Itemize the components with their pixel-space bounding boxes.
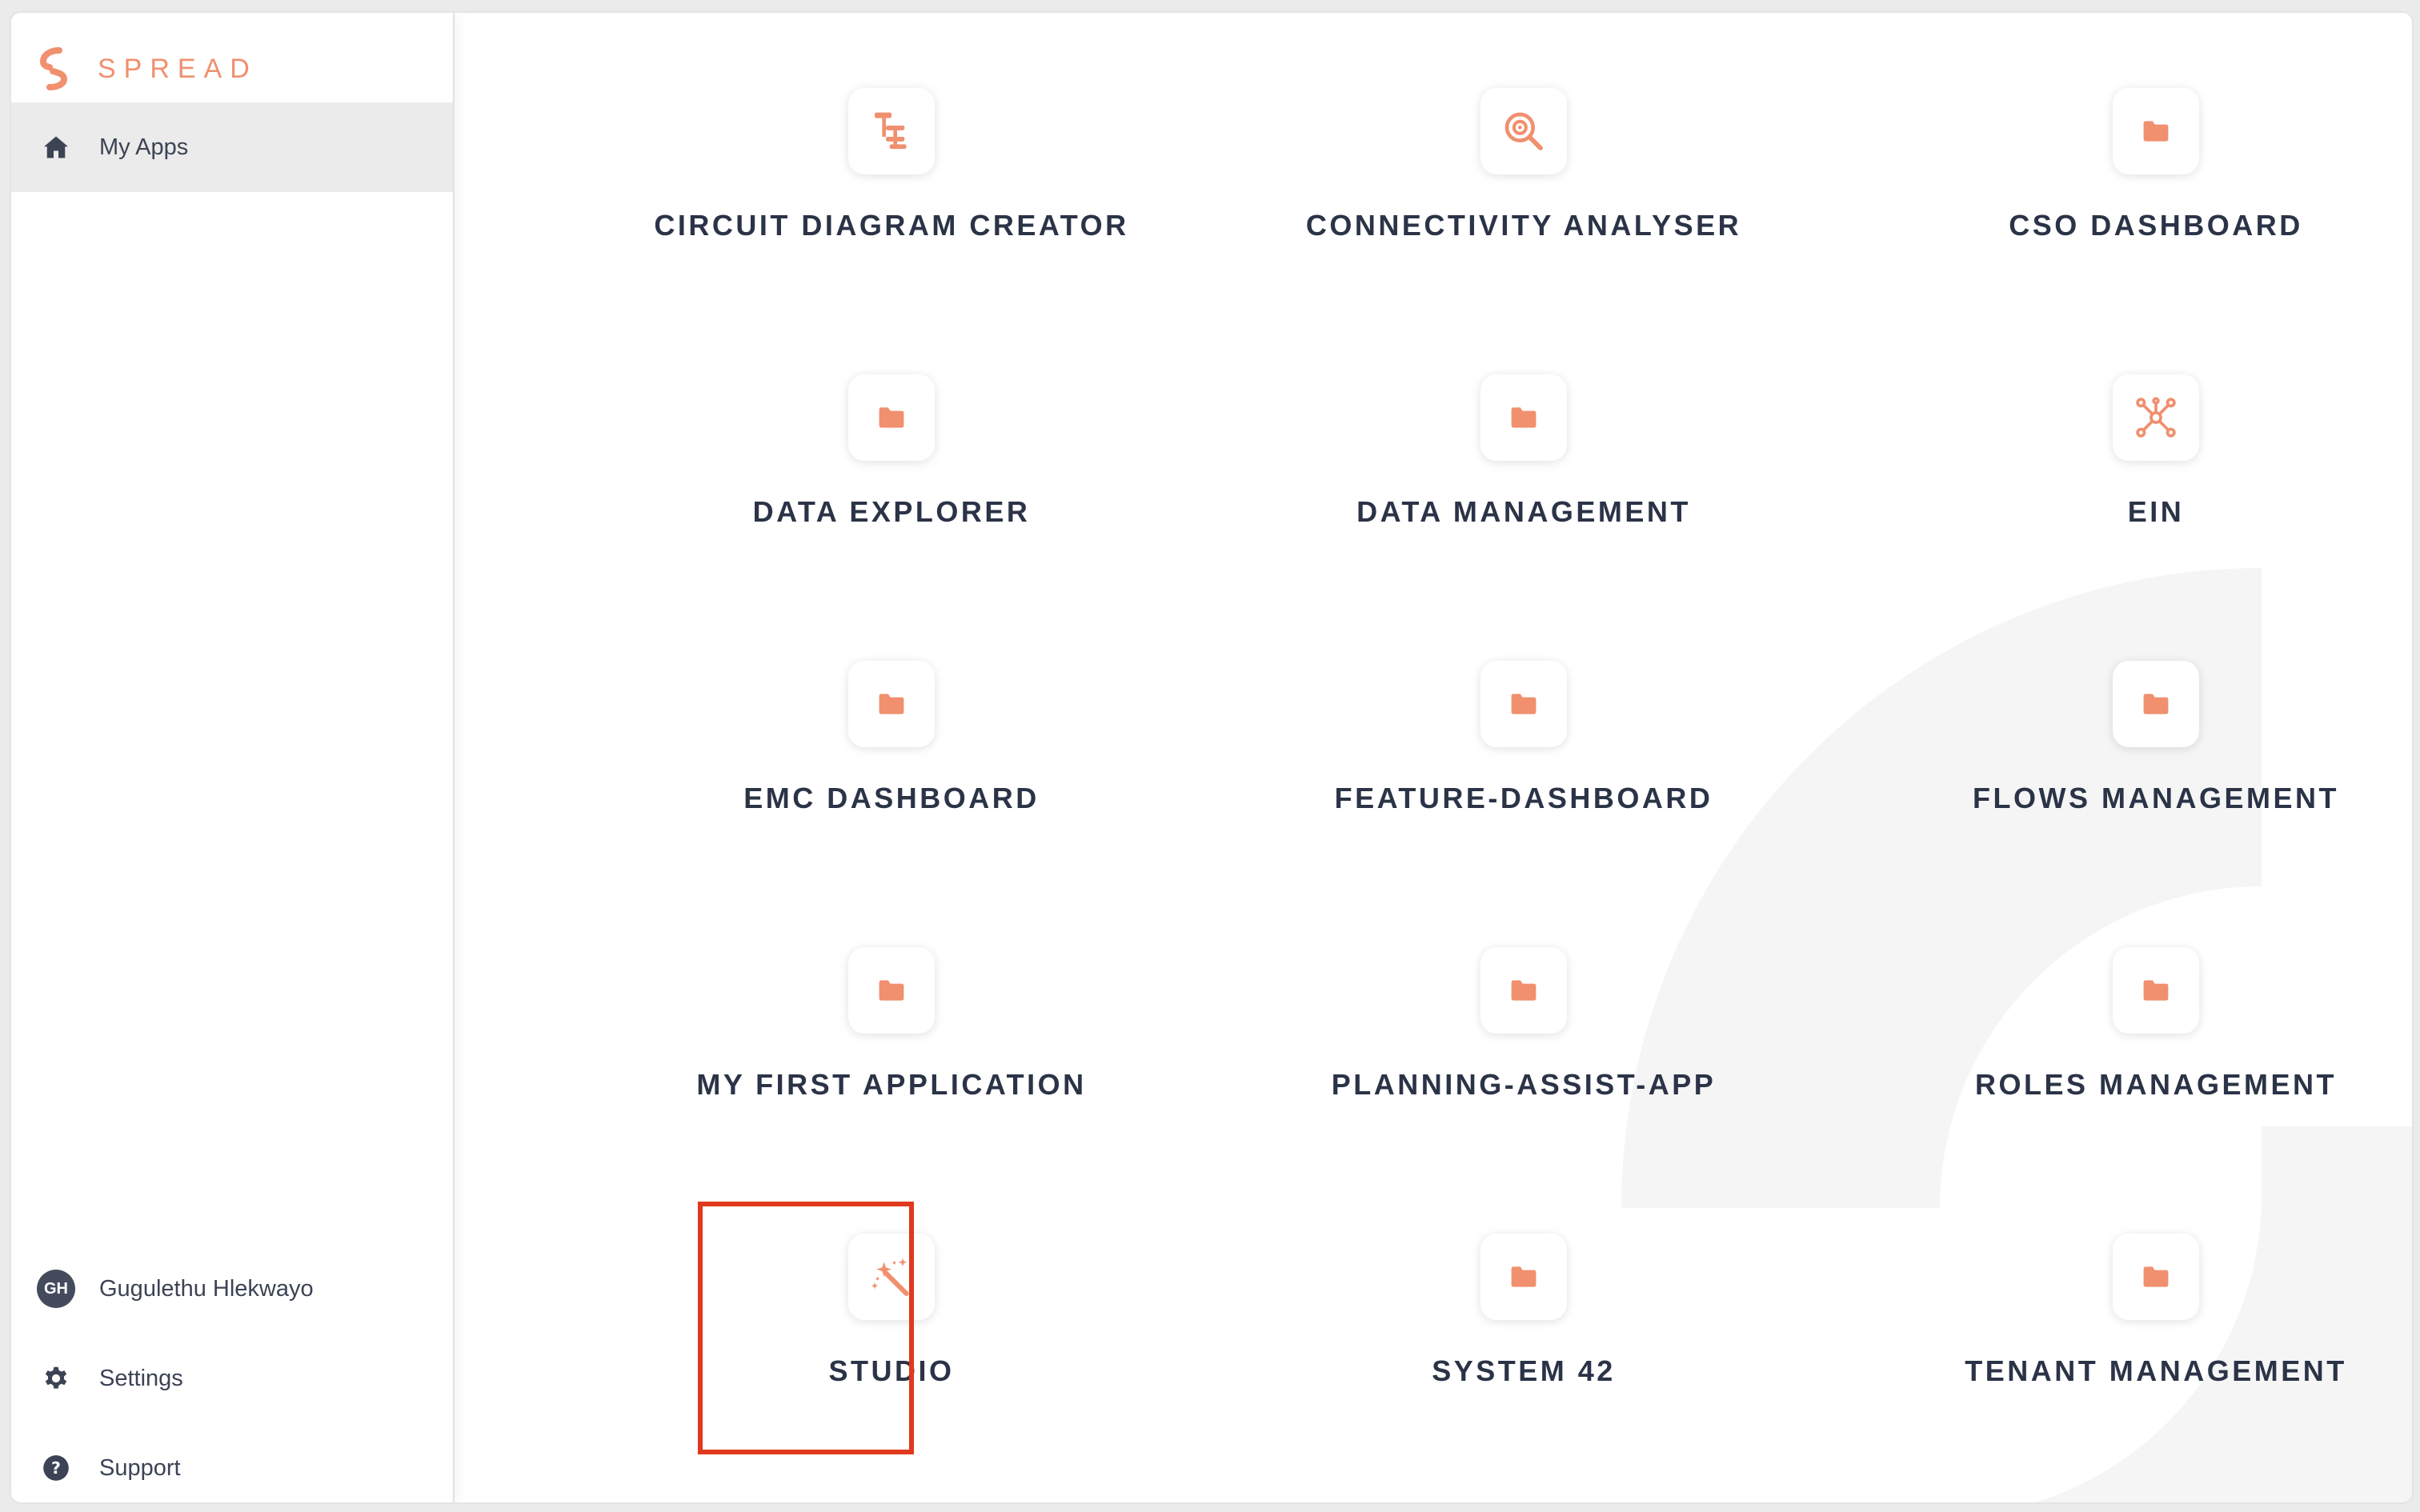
brand-header[interactable]: SPREAD bbox=[35, 37, 258, 101]
app-label: EMC DASHBOARD bbox=[743, 782, 1040, 814]
app-label: EIN bbox=[2127, 495, 2185, 528]
app-tile-connectivity-analyser[interactable]: CONNECTIVITY ANALYSER bbox=[1229, 88, 1789, 328]
app-tile-ein[interactable]: EIN bbox=[1861, 374, 2412, 614]
app-label: CIRCUIT DIAGRAM CREATOR bbox=[654, 209, 1129, 242]
app-label: ROLES MANAGEMENT bbox=[1975, 1068, 2337, 1101]
app-label: CONNECTIVITY ANALYSER bbox=[1305, 209, 1742, 242]
brand-name: SPREAD bbox=[98, 53, 258, 84]
folder-icon bbox=[1480, 374, 1567, 461]
sidebar-item-my-apps[interactable]: My Apps bbox=[11, 102, 453, 192]
magic-wand-icon bbox=[848, 1234, 935, 1320]
user-profile[interactable]: GH Gugulethu Hlekwayo bbox=[11, 1253, 453, 1325]
support-label: Support bbox=[99, 1454, 181, 1481]
app-tile-system-42[interactable]: SYSTEM 42 bbox=[1229, 1234, 1789, 1474]
app-label: PLANNING-ASSIST-APP bbox=[1331, 1068, 1717, 1101]
app-tile-flows-management[interactable]: FLOWS MANAGEMENT bbox=[1861, 661, 2412, 901]
app-tile-cso-dashboard[interactable]: CSO DASHBOARD bbox=[1861, 88, 2412, 328]
apps-grid: CIRCUIT DIAGRAM CREATOR CONNECTIVITY ANA… bbox=[453, 13, 2412, 1502]
sidebar-item-settings[interactable]: Settings bbox=[11, 1342, 453, 1414]
folder-icon bbox=[2113, 1234, 2199, 1320]
app-tile-circuit-diagram-creator[interactable]: CIRCUIT DIAGRAM CREATOR bbox=[597, 88, 1157, 328]
folder-icon bbox=[848, 374, 935, 461]
gear-icon bbox=[40, 1362, 72, 1394]
home-icon bbox=[40, 131, 72, 163]
network-icon bbox=[2113, 374, 2199, 461]
app-tile-tenant-management[interactable]: TENANT MANAGEMENT bbox=[1861, 1234, 2412, 1474]
folder-icon bbox=[848, 947, 935, 1034]
app-tile-roles-management[interactable]: ROLES MANAGEMENT bbox=[1861, 947, 2412, 1187]
app-tile-data-explorer[interactable]: DATA EXPLORER bbox=[597, 374, 1157, 614]
folder-icon bbox=[1480, 947, 1567, 1034]
magnify-gear-icon bbox=[1480, 88, 1567, 174]
app-label: DATA EXPLORER bbox=[752, 495, 1031, 528]
app-label: STUDIO bbox=[828, 1354, 955, 1387]
sidebar-item-support[interactable]: ? Support bbox=[11, 1432, 453, 1502]
circuit-diagram-icon bbox=[848, 88, 935, 174]
app-tile-feature-dashboard[interactable]: FEATURE-DASHBOARD bbox=[1229, 661, 1789, 901]
app-label: DATA MANAGEMENT bbox=[1356, 495, 1691, 528]
app-window: SPREAD My Apps GH Gugulethu Hlekwayo Set… bbox=[10, 11, 2414, 1504]
spread-logo-icon bbox=[39, 47, 68, 90]
folder-icon bbox=[848, 661, 935, 747]
folder-icon bbox=[1480, 661, 1567, 747]
folder-icon bbox=[1480, 1234, 1567, 1320]
app-tile-my-first-application[interactable]: MY FIRST APPLICATION bbox=[597, 947, 1157, 1187]
sidebar-item-label: My Apps bbox=[99, 134, 189, 160]
app-label: CSO DASHBOARD bbox=[2009, 209, 2303, 242]
sidebar: SPREAD My Apps GH Gugulethu Hlekwayo Set… bbox=[11, 13, 455, 1502]
app-label: TENANT MANAGEMENT bbox=[1965, 1354, 2347, 1387]
folder-icon bbox=[2113, 88, 2199, 174]
folder-icon bbox=[2113, 661, 2199, 747]
app-tile-data-management[interactable]: DATA MANAGEMENT bbox=[1229, 374, 1789, 614]
app-tile-planning-assist-app[interactable]: PLANNING-ASSIST-APP bbox=[1229, 947, 1789, 1187]
avatar: GH bbox=[37, 1270, 75, 1308]
help-circle-icon: ? bbox=[40, 1452, 72, 1484]
svg-text:?: ? bbox=[51, 1458, 61, 1478]
settings-label: Settings bbox=[99, 1365, 183, 1391]
app-label: MY FIRST APPLICATION bbox=[696, 1068, 1087, 1101]
app-tile-emc-dashboard[interactable]: EMC DASHBOARD bbox=[597, 661, 1157, 901]
app-label: FEATURE-DASHBOARD bbox=[1334, 782, 1713, 814]
folder-icon bbox=[2113, 947, 2199, 1034]
app-label: FLOWS MANAGEMENT bbox=[1973, 782, 2339, 814]
app-label: SYSTEM 42 bbox=[1432, 1354, 1616, 1387]
user-name: Gugulethu Hlekwayo bbox=[99, 1275, 314, 1302]
app-tile-studio[interactable]: STUDIO bbox=[597, 1234, 1157, 1474]
